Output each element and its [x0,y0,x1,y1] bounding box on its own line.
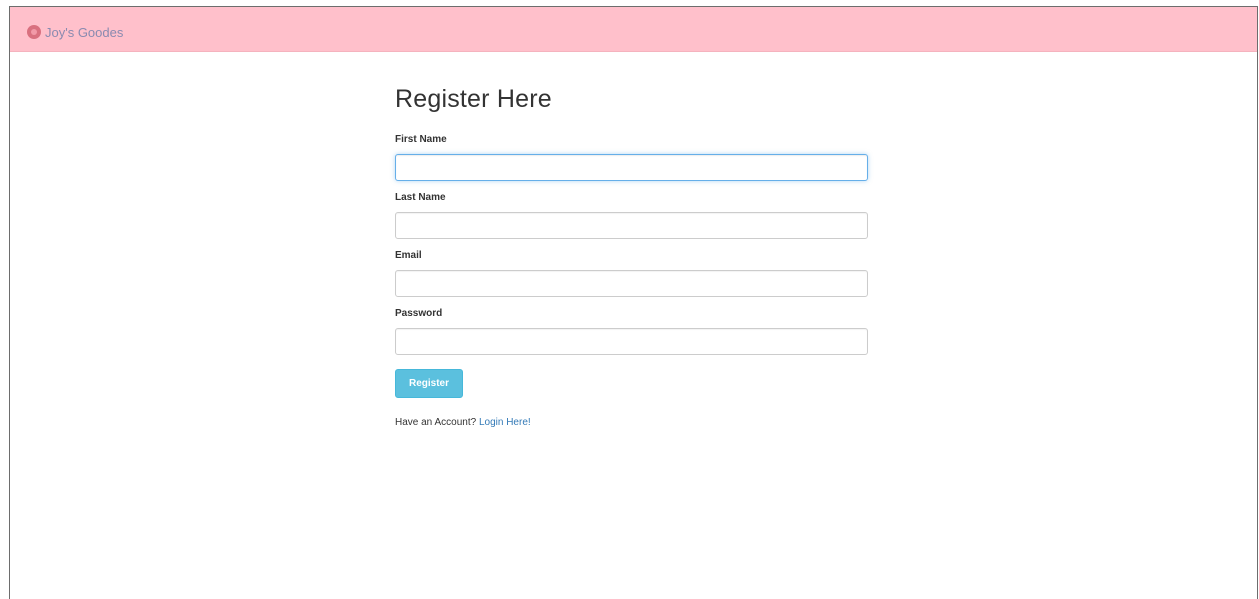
page-title: Register Here [395,85,552,113]
email-group: Email [395,250,870,297]
last-name-label: Last Name [395,192,446,203]
password-label: Password [395,308,443,319]
login-link[interactable]: Login Here! [479,417,531,428]
email-label: Email [395,250,422,261]
last-name-group: Last Name [395,192,870,239]
account-prompt-text: Have an Account? [395,417,477,428]
first-name-input[interactable] [395,154,868,181]
browser-viewport: Joy's Goodes Register Here First Name La… [9,6,1258,599]
email-input[interactable] [395,270,868,297]
brand-text: Joy's Goodes [45,24,124,40]
brand-link[interactable]: Joy's Goodes [27,25,123,40]
password-group: Password [395,308,870,355]
navbar: Joy's Goodes [10,7,1257,52]
register-button[interactable]: Register [395,369,463,398]
password-input[interactable] [395,328,868,355]
register-form: Register Here First Name Last Name Email… [395,85,870,428]
cupcake-icon [27,25,41,39]
last-name-input[interactable] [395,212,868,239]
account-prompt-line: Have an Account? Login Here! [395,417,870,428]
first-name-label: First Name [395,134,447,145]
first-name-group: First Name [395,134,870,181]
